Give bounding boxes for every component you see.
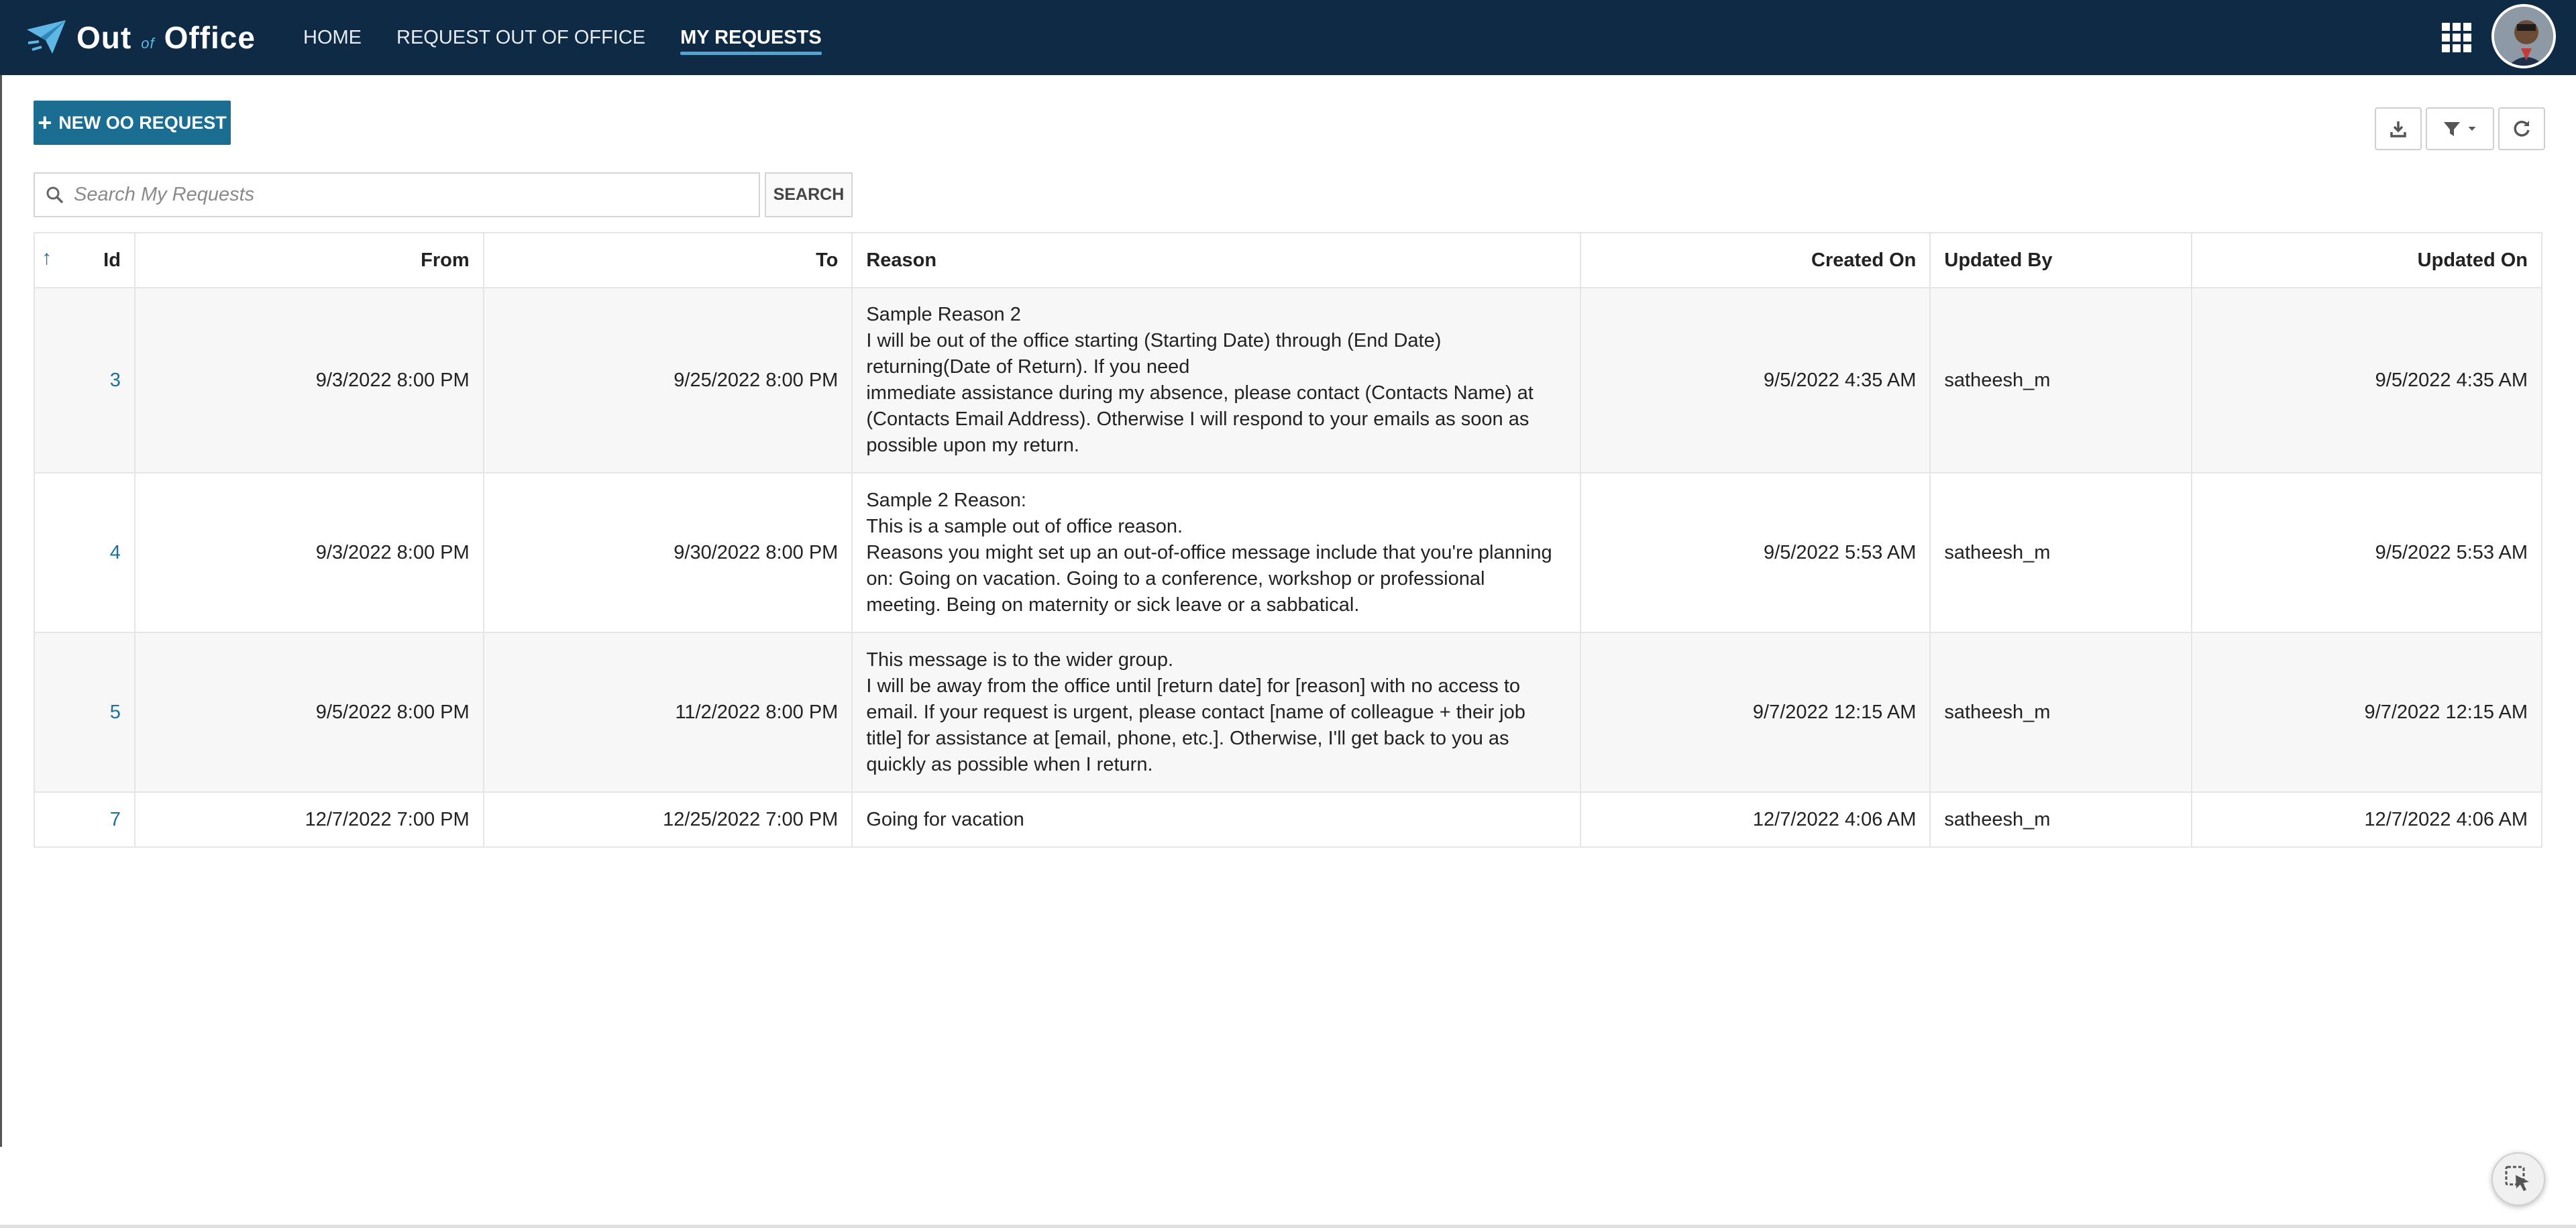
refresh-button[interactable] (2498, 107, 2545, 150)
request-id-link[interactable]: 7 (110, 809, 121, 830)
cell-updated-by: satheesh_m (1929, 472, 2193, 633)
reason-line: possible upon my return. (866, 435, 1079, 456)
search-input[interactable] (74, 184, 745, 206)
cell-from: 12/7/2022 7:00 PM (133, 791, 484, 848)
cell-to: 9/30/2022 8:00 PM (482, 472, 853, 633)
cell-reason: This message is to the wider group. I wi… (851, 632, 1581, 793)
nav-my-requests[interactable]: MY REQUESTS (680, 0, 822, 75)
search-button[interactable]: SEARCH (765, 172, 853, 217)
cell-updated-on: 9/7/2022 12:15 AM (2191, 632, 2542, 793)
cell-updated-by: satheesh_m (1929, 632, 2193, 793)
grid-apps-icon[interactable] (2442, 23, 2471, 52)
reason-line: immediate assistance during my absence, … (866, 382, 1534, 404)
column-header-reason[interactable]: Reason (851, 232, 1581, 288)
page: Out of Office HOME REQUEST OUT OF OFFICE… (0, 0, 2576, 1228)
cell-to: 11/2/2022 8:00 PM (482, 632, 853, 793)
refresh-icon (2514, 121, 2530, 137)
reason-line: This is a sample out of office reason. (866, 515, 1183, 537)
column-header-from[interactable]: From (133, 232, 484, 288)
column-header-updated-on[interactable]: Updated On (2191, 232, 2542, 288)
reason-line: I will be out of the office starting (St… (866, 330, 1442, 351)
cell-created-on: 12/7/2022 4:06 AM (1579, 791, 1931, 848)
reason-line: returning(Date of Return). If you need (866, 356, 1190, 378)
user-avatar-icon (2494, 7, 2553, 66)
table-row[interactable]: 5 9/5/2022 8:00 PM 11/2/2022 8:00 PM Thi… (34, 632, 2542, 793)
column-header-created-on[interactable]: Created On (1579, 232, 1931, 288)
cell-id[interactable]: 5 (34, 632, 136, 793)
column-header-to[interactable]: To (482, 232, 853, 288)
cell-updated-on: 9/5/2022 5:53 AM (2191, 472, 2542, 633)
search-icon (46, 186, 64, 203)
cell-updated-on: 9/5/2022 4:35 AM (2191, 287, 2542, 473)
avatar[interactable] (2491, 4, 2556, 68)
logo-word-out: Out (76, 20, 132, 55)
table-header-row: ↑ Id From To Reason Created On Updated B… (34, 232, 2542, 288)
chevron-down-icon (2468, 127, 2476, 131)
cell-updated-by: satheesh_m (1929, 287, 2193, 473)
reason-line: meeting. Being on maternity or sick leav… (866, 594, 1360, 616)
reason-line: (Contacts Email Address). Otherwise I wi… (866, 408, 1529, 430)
sort-ascending-icon[interactable]: ↑ (42, 247, 52, 270)
app-logo[interactable]: Out of Office (25, 13, 256, 62)
cell-from: 9/3/2022 8:00 PM (133, 287, 484, 473)
search-box (34, 172, 760, 217)
logo-word-office: Office (164, 20, 256, 55)
reason-line: Sample 2 Reason: (866, 489, 1026, 511)
download-button[interactable] (2375, 107, 2422, 150)
reason-line: email. If your request is urgent, please… (866, 701, 1525, 723)
table-row[interactable]: 3 9/3/2022 8:00 PM 9/25/2022 8:00 PM Sam… (34, 287, 2542, 473)
plus-icon: + (38, 109, 52, 136)
pointer-select-button[interactable] (2491, 1152, 2545, 1206)
paper-plane-icon (27, 20, 66, 54)
reason-line: This message is to the wider group. (866, 649, 1174, 671)
reason-line: Reasons you might set up an out-of-offic… (866, 541, 1552, 563)
request-id-link[interactable]: 5 (110, 702, 121, 723)
top-navbar: Out of Office HOME REQUEST OUT OF OFFICE… (0, 0, 2576, 75)
logo-word-of: of (141, 35, 155, 52)
window-bottom-edge (0, 1225, 2576, 1228)
download-icon (2390, 121, 2406, 137)
cell-to: 9/25/2022 8:00 PM (482, 287, 853, 473)
cell-id[interactable]: 7 (34, 791, 136, 848)
column-header-updated-by[interactable]: Updated By (1929, 232, 2193, 288)
pointer-select-icon (2505, 1166, 2529, 1191)
cell-created-on: 9/7/2022 12:15 AM (1579, 632, 1931, 793)
cell-created-on: 9/5/2022 4:35 AM (1579, 287, 1931, 473)
requests-table: ↑ Id From To Reason Created On Updated B… (34, 232, 2542, 848)
cell-reason: Going for vacation (851, 791, 1581, 848)
request-id-link[interactable]: 4 (110, 542, 121, 563)
reason-line: title] for assistance at [email, phone, … (866, 727, 1509, 749)
request-id-link[interactable]: 3 (110, 370, 121, 391)
cell-to: 12/25/2022 7:00 PM (482, 791, 853, 848)
reason-line: Going for vacation (866, 808, 1024, 830)
nav-request-out-of-office[interactable]: REQUEST OUT OF OFFICE (396, 0, 645, 75)
filter-dropdown-button[interactable] (2426, 107, 2494, 150)
cell-updated-by: satheesh_m (1929, 791, 2193, 848)
cell-from: 9/3/2022 8:00 PM (133, 472, 484, 633)
reason-line: I will be away from the office until [re… (866, 675, 1521, 697)
reason-line: Sample Reason 2 (866, 304, 1021, 325)
app-logo-text: Out of Office (76, 19, 256, 56)
reason-line: on: Going on vacation. Going to a confer… (866, 567, 1485, 590)
table-row[interactable]: 7 12/7/2022 7:00 PM 12/25/2022 7:00 PM G… (34, 791, 2542, 848)
column-header-id[interactable]: ↑ Id (34, 232, 136, 288)
cell-reason: Sample Reason 2 I will be out of the off… (851, 287, 1581, 473)
cell-id[interactable]: 4 (34, 472, 136, 633)
cell-id[interactable]: 3 (34, 287, 136, 473)
table-row[interactable]: 4 9/3/2022 8:00 PM 9/30/2022 8:00 PM Sam… (34, 472, 2542, 633)
cell-from: 9/5/2022 8:00 PM (133, 632, 484, 793)
cell-reason: Sample 2 Reason: This is a sample out of… (851, 472, 1581, 633)
filter-icon (2444, 122, 2460, 136)
new-oo-request-label: NEW OO REQUEST (58, 112, 227, 133)
cell-created-on: 9/5/2022 5:53 AM (1579, 472, 1931, 633)
nav-home[interactable]: HOME (303, 0, 362, 75)
cell-updated-on: 12/7/2022 4:06 AM (2191, 791, 2542, 848)
nav-links: HOME REQUEST OUT OF OFFICE MY REQUESTS (303, 0, 857, 75)
new-oo-request-button[interactable]: + NEW OO REQUEST (34, 101, 231, 145)
reason-line: quickly as possible when I return. (866, 753, 1153, 775)
window-left-edge (0, 75, 2, 1147)
